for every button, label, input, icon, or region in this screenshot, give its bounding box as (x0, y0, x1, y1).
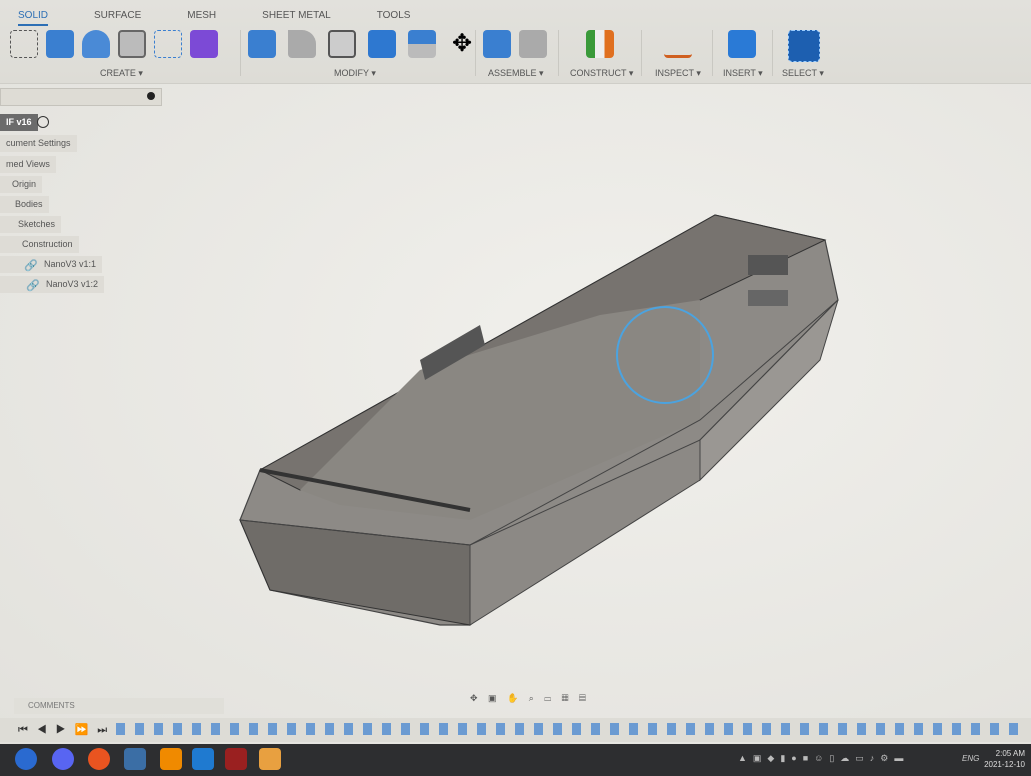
browser-item-named-views[interactable]: med Views (0, 156, 56, 173)
clock[interactable]: 2:05 AM 2021-12-10 (984, 748, 1025, 770)
discord-icon[interactable] (52, 748, 74, 770)
browser-item-document-settings[interactable]: cument Settings (0, 135, 77, 152)
inspect-group: INSPECT ▾ (650, 30, 701, 80)
create-group: CREATE ▾ (10, 30, 218, 80)
assemble-group: ASSEMBLE ▾ (483, 30, 547, 80)
tab-solid[interactable]: SOLID (18, 10, 49, 26)
navigation-bar[interactable]: ✥ ▣ ✋ ⌕ ▭ ▦ ▤ (470, 693, 630, 705)
create-sketch-icon[interactable] (10, 30, 38, 58)
offset-plane-icon[interactable] (586, 30, 614, 58)
split-body-icon[interactable] (408, 30, 436, 58)
toolbar: SOLID SURFACE MESH SHEET METAL TOOLS CRE… (0, 0, 1031, 84)
insert-image-icon[interactable] (728, 30, 756, 58)
ubuntu-icon[interactable] (88, 748, 110, 770)
pattern-icon[interactable] (154, 30, 182, 58)
construct-group: CONSTRUCT ▾ (566, 30, 633, 80)
viewport-canvas[interactable] (0, 84, 1031, 744)
revolve-icon[interactable] (82, 30, 110, 58)
new-component-icon[interactable] (483, 30, 511, 58)
playback-controls[interactable]: ⏮◀▶⏩⏭ (18, 723, 116, 737)
move-icon[interactable]: ✥ (448, 30, 476, 58)
tab-tools[interactable]: TOOLS (377, 10, 411, 26)
measure-icon[interactable] (664, 30, 692, 58)
select-menu[interactable]: SELECT ▾ (782, 68, 824, 79)
browser-item-construction[interactable]: Construction (0, 236, 79, 253)
timeline-features[interactable] (116, 723, 1026, 735)
browser-item-origin[interactable]: Origin (0, 176, 43, 193)
collapse-icon[interactable] (147, 92, 155, 100)
modify-group: ✥ MODIFY ▾ (248, 30, 476, 80)
browser-root[interactable]: IF v16 (0, 114, 38, 131)
language-indicator[interactable]: ENG (962, 754, 979, 763)
browser-item-nanov3-2[interactable]: NanoV3 v1:2 (0, 276, 105, 293)
browser-item-nanov3-1[interactable]: NanoV3 v1:1 (0, 256, 103, 273)
select-group: SELECT ▾ (780, 30, 824, 80)
insert-group: INSERT ▾ (720, 30, 763, 80)
clock-date: 2021-12-10 (984, 760, 1025, 769)
python-icon[interactable] (124, 748, 146, 770)
link-icon: 🔗 (26, 280, 40, 292)
combine-icon[interactable] (368, 30, 396, 58)
hole-icon[interactable] (118, 30, 146, 58)
joint-icon[interactable] (519, 30, 547, 58)
tab-mesh[interactable]: MESH (187, 10, 216, 26)
comments-label: COMMENTS (28, 701, 75, 710)
vlc-icon[interactable] (160, 748, 182, 770)
tab-sheet-metal[interactable]: SHEET METAL (262, 10, 331, 26)
browser-item-sketches[interactable]: Sketches (0, 216, 62, 233)
modify-menu[interactable]: MODIFY ▾ (334, 68, 376, 79)
comments-panel[interactable]: COMMENTS (14, 698, 224, 714)
timeline: ⏮◀▶⏩⏭ (0, 718, 1031, 742)
browser-item-bodies[interactable]: Bodies (0, 196, 49, 213)
tab-surface[interactable]: SURFACE (94, 10, 141, 26)
link-icon: 🔗 (24, 260, 38, 272)
voicemeeter-icon[interactable] (225, 748, 247, 770)
browser-panel-header[interactable] (0, 88, 162, 106)
select-icon[interactable] (788, 30, 820, 62)
system-tray-icons[interactable]: ▲▣◆▮●■☺▯☁▭♪⚙▬ (738, 753, 909, 764)
boat-model (239, 214, 839, 626)
insert-menu[interactable]: INSERT ▾ (723, 68, 763, 79)
active-radio-icon[interactable] (37, 116, 49, 128)
fillet-icon[interactable] (288, 30, 316, 58)
press-pull-icon[interactable] (248, 30, 276, 58)
shell-icon[interactable] (328, 30, 356, 58)
create-menu[interactable]: CREATE ▾ (100, 68, 143, 79)
fusion360-icon[interactable] (259, 748, 281, 770)
construct-menu[interactable]: CONSTRUCT ▾ (570, 68, 633, 79)
vs-icon[interactable] (192, 748, 214, 770)
assemble-menu[interactable]: ASSEMBLE ▾ (488, 68, 544, 79)
clock-time: 2:05 AM (995, 749, 1025, 758)
app-icon[interactable] (15, 748, 37, 770)
inspect-menu[interactable]: INSPECT ▾ (655, 68, 701, 79)
taskbar: ▲▣◆▮●■☺▯☁▭♪⚙▬ ENG 2:05 AM 2021-12-10 (0, 744, 1031, 776)
form-icon[interactable] (190, 30, 218, 58)
extrude-icon[interactable] (46, 30, 74, 58)
